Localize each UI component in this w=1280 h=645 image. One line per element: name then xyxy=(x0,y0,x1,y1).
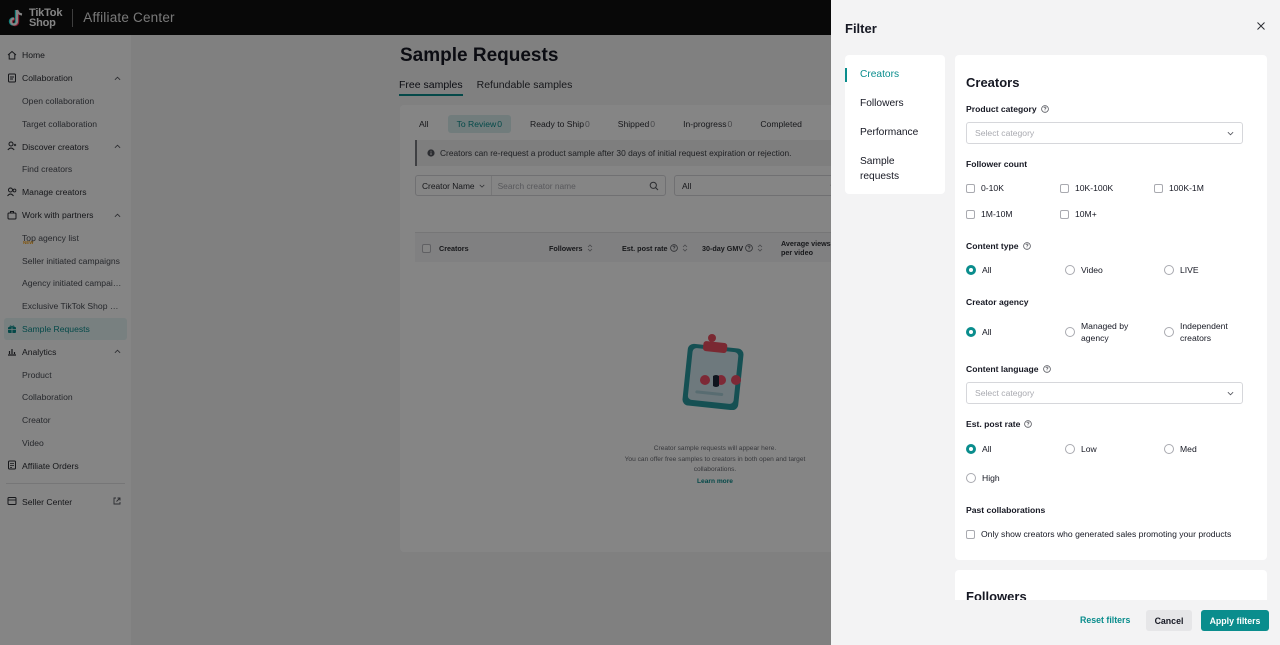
past-collaborations-option[interactable]: Only show creators who generated sales p… xyxy=(966,528,1231,540)
radio[interactable] xyxy=(1065,444,1075,454)
radio-selected[interactable] xyxy=(966,444,976,454)
creator-agency-all[interactable]: All xyxy=(966,326,992,338)
chevron-down-icon xyxy=(1227,391,1234,395)
follower-count-label: Follower count xyxy=(966,159,1028,169)
filter-nav: Creators Followers Performance Sample req… xyxy=(845,55,945,194)
help-icon[interactable] xyxy=(1042,365,1051,373)
follower-option-1m-10m[interactable]: 1M-10M xyxy=(966,208,1013,220)
follower-option-0-10k[interactable]: 0-10K xyxy=(966,182,1004,194)
radio[interactable] xyxy=(966,473,976,483)
creator-agency-managed[interactable]: Managed by agency xyxy=(1065,320,1128,344)
checkbox[interactable] xyxy=(966,183,975,193)
checkbox[interactable] xyxy=(966,529,975,539)
radio[interactable] xyxy=(1065,327,1075,337)
radio[interactable] xyxy=(1164,444,1174,454)
close-icon[interactable] xyxy=(1256,21,1266,31)
checkbox[interactable] xyxy=(1154,183,1163,193)
filter-nav-creators[interactable]: Creators xyxy=(845,68,945,83)
help-icon[interactable] xyxy=(1022,242,1031,250)
checkbox[interactable] xyxy=(1060,183,1069,193)
follower-option-10m-plus[interactable]: 10M+ xyxy=(1060,208,1097,220)
content-language-select[interactable]: Select category xyxy=(966,382,1243,404)
reset-filters-button[interactable]: Reset filters xyxy=(1080,615,1130,625)
post-rate-med[interactable]: Med xyxy=(1164,443,1197,455)
panel-heading: Followers xyxy=(966,589,1027,600)
follower-option-100k-1m[interactable]: 100K-1M xyxy=(1154,182,1204,194)
filter-nav-sample-requests[interactable]: Sample requests xyxy=(845,155,945,184)
past-collaborations-label: Past collaborations xyxy=(966,505,1046,515)
est-post-rate-label: Est. post rate xyxy=(966,419,1033,429)
content-type-label: Content type xyxy=(966,241,1031,251)
radio[interactable] xyxy=(1065,265,1075,275)
radio[interactable] xyxy=(1164,265,1174,275)
radio[interactable] xyxy=(1164,327,1174,337)
content-language-label: Content language xyxy=(966,364,1051,374)
post-rate-high[interactable]: High xyxy=(966,472,1000,484)
creator-agency-independent[interactable]: Independent creators xyxy=(1164,320,1228,344)
radio-selected[interactable] xyxy=(966,265,976,275)
cancel-button[interactable]: Cancel xyxy=(1146,610,1192,631)
content-type-video[interactable]: Video xyxy=(1065,264,1103,276)
content-type-all[interactable]: All xyxy=(966,264,992,276)
drawer-title: Filter xyxy=(845,21,877,36)
chevron-down-icon xyxy=(1227,131,1234,135)
product-category-select[interactable]: Select category xyxy=(966,122,1243,144)
apply-filters-button[interactable]: Apply filters xyxy=(1201,610,1269,631)
filter-nav-followers[interactable]: Followers xyxy=(845,97,945,112)
checkbox[interactable] xyxy=(1060,209,1069,219)
followers-filter-panel: Followers xyxy=(955,570,1267,600)
help-icon[interactable] xyxy=(1024,420,1033,428)
follower-option-10k-100k[interactable]: 10K-100K xyxy=(1060,182,1113,194)
post-rate-all[interactable]: All xyxy=(966,443,992,455)
creators-filter-panel: Creators Product category Select categor… xyxy=(955,55,1267,560)
checkbox[interactable] xyxy=(966,209,975,219)
help-icon[interactable] xyxy=(1040,105,1049,113)
radio-selected[interactable] xyxy=(966,327,976,337)
modal-overlay[interactable] xyxy=(0,0,831,645)
panel-heading: Creators xyxy=(966,75,1020,90)
filter-nav-performance[interactable]: Performance xyxy=(845,126,945,141)
post-rate-low[interactable]: Low xyxy=(1065,443,1097,455)
creator-agency-label: Creator agency xyxy=(966,297,1029,307)
content-type-live[interactable]: LIVE xyxy=(1164,264,1199,276)
filter-drawer: Filter Creators Followers Performance Sa… xyxy=(831,0,1280,645)
drawer-footer: Reset filters Cancel Apply filters xyxy=(831,600,1280,645)
product-category-label: Product category xyxy=(966,104,1049,114)
